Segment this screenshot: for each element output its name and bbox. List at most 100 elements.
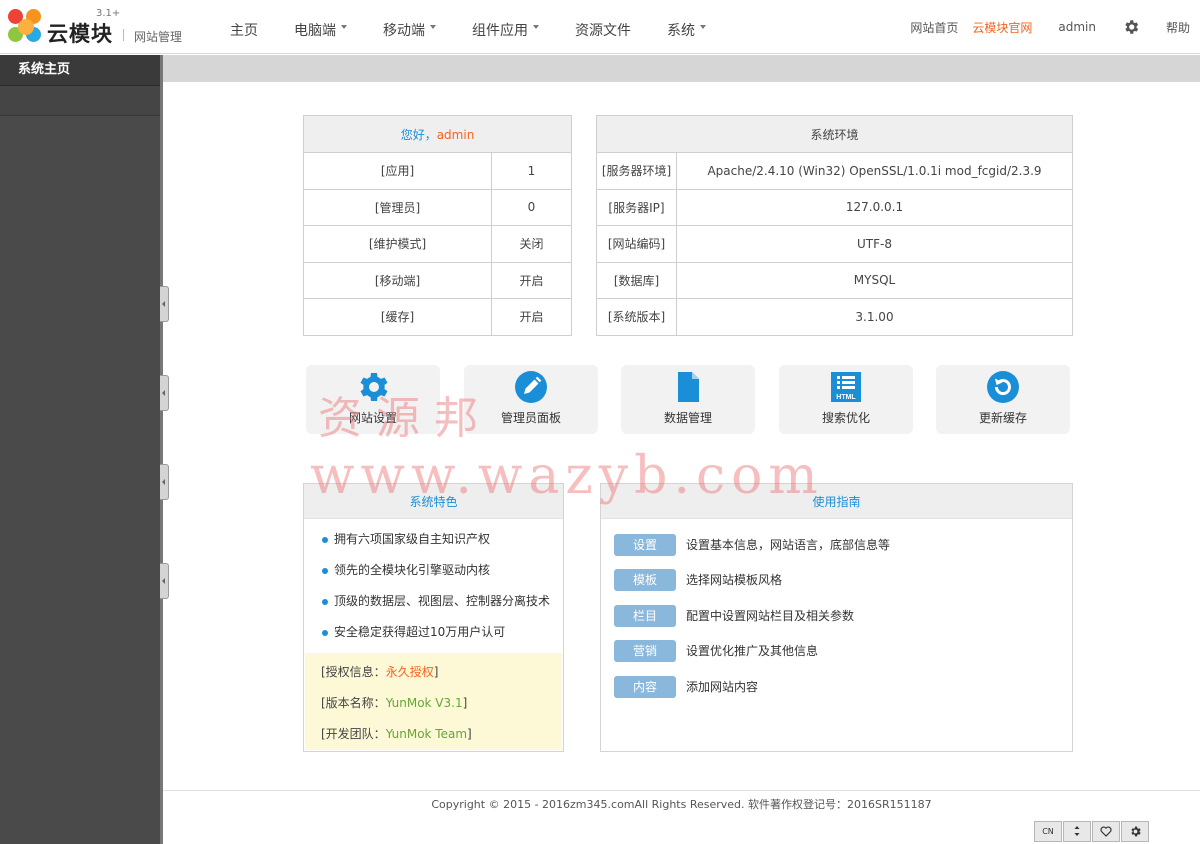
- row-label: [缓存]: [303, 298, 492, 336]
- row-value-apps: 1: [491, 152, 572, 190]
- guide-settings-button[interactable]: 设置: [614, 534, 676, 556]
- nav-label: 移动端: [383, 23, 425, 39]
- license-box: [授权信息：永久授权] [版本名称：YunMok V3.1] [开发团队：Yun…: [305, 653, 562, 750]
- brand-name[interactable]: 云模块: [47, 18, 113, 48]
- table-row: [系统版本] 3.1.00: [596, 298, 1073, 336]
- license-suffix: ]: [467, 727, 472, 741]
- caret-down-icon: [430, 25, 436, 29]
- bullet-icon: [322, 599, 328, 605]
- row-label: [管理员]: [303, 188, 492, 226]
- tile-label: 搜索优化: [821, 411, 870, 425]
- guide-desc: 配置中设置网站栏目及相关参数: [686, 609, 855, 623]
- nav-label: 资源文件: [575, 23, 631, 39]
- row-value-ip: 127.0.0.1: [676, 188, 1073, 226]
- license-value: YunMok Team: [385, 727, 468, 741]
- row-value-maintenance: 关闭: [491, 225, 572, 263]
- settings-gear-icon[interactable]: [1122, 18, 1140, 36]
- guide-marketing-button[interactable]: 营销: [614, 640, 676, 662]
- guide-desc: 选择网站模板风格: [686, 573, 783, 587]
- features-panel: 系统特色 拥有六项国家级自主知识产权 领先的全模块化引擎驱动内核 顶级的数据层、…: [303, 483, 564, 752]
- row-value-admins: 0: [491, 188, 572, 226]
- table-row: [服务器环境] Apache/2.4.10 (Win32) OpenSSL/1.…: [596, 152, 1073, 190]
- row-label: [维护模式]: [303, 225, 492, 263]
- nav-item-home[interactable]: 主页: [212, 0, 276, 54]
- feature-list: 拥有六项国家级自主知识产权 领先的全模块化引擎驱动内核 顶级的数据层、视图层、控…: [304, 519, 563, 648]
- table-row: [服务器IP] 127.0.0.1: [596, 188, 1073, 226]
- license-label: [版本名称：: [321, 696, 386, 710]
- logo-icon[interactable]: [8, 9, 44, 45]
- row-label: [移动端]: [303, 261, 492, 299]
- guide-content-button[interactable]: 内容: [614, 676, 676, 698]
- top-bar: 云模块 3.1+ 网站管理 主页 电脑端 移动端 组件应用 资源文件 系统 网站…: [0, 0, 1200, 54]
- nav-item-system[interactable]: 系统: [649, 0, 724, 54]
- official-site-link[interactable]: 云模块官网: [972, 19, 1032, 36]
- bullet-icon: [322, 537, 328, 543]
- watermark-text: 资源邦: [318, 393, 492, 444]
- footer-divider: [163, 790, 1200, 791]
- nav-item-pc[interactable]: 电脑端: [276, 0, 365, 54]
- sidebar: 系统主页: [0, 55, 160, 844]
- table-row: [维护模式] 关闭: [303, 225, 572, 263]
- license-row: [版本名称：YunMok V3.1]: [305, 688, 562, 719]
- sidebar-splitter[interactable]: [160, 55, 163, 844]
- greeting-user: admin: [436, 127, 475, 142]
- sidebar-item-system-home[interactable]: 系统主页: [0, 55, 160, 86]
- row-label: [服务器IP]: [596, 188, 677, 226]
- license-row: [授权信息：永久授权]: [305, 657, 562, 688]
- collapse-handle-icon[interactable]: [160, 563, 169, 599]
- language-button[interactable]: CN: [1034, 821, 1062, 842]
- quick-seo[interactable]: HTML 搜索优化: [779, 365, 913, 434]
- caret-down-icon: [700, 25, 706, 29]
- html-list-icon: HTML: [831, 372, 861, 402]
- guide-desc: 设置基本信息，网站语言，底部信息等: [686, 538, 891, 552]
- guide-panel: 使用指南 设置 设置基本信息，网站语言，底部信息等 模板 选择网站模板风格 栏目…: [600, 483, 1073, 752]
- main-nav: 主页 电脑端 移动端 组件应用 资源文件 系统: [212, 0, 724, 54]
- brand-subtitle: 网站管理: [134, 30, 183, 44]
- document-icon: [678, 372, 699, 402]
- bullet-icon: [322, 568, 328, 574]
- feature-text: 安全稳定获得超过10万用户认可: [334, 625, 506, 639]
- greeting-text: 您好，: [400, 127, 437, 142]
- caret-down-icon: [533, 25, 539, 29]
- license-label: [授权信息：: [321, 665, 386, 679]
- brand-divider: [123, 29, 124, 41]
- guide-template-button[interactable]: 模板: [614, 569, 676, 591]
- collapse-handle-icon[interactable]: [160, 464, 169, 500]
- license-suffix: ]: [433, 665, 439, 679]
- quick-refresh-cache[interactable]: 更新缓存: [936, 365, 1070, 434]
- scroll-icon[interactable]: [1063, 821, 1091, 842]
- list-item: 领先的全模块化引擎驱动内核: [304, 555, 563, 586]
- welcome-header: 您好，admin: [303, 115, 572, 153]
- row-value-version: 3.1.00: [676, 298, 1073, 336]
- feature-text: 拥有六项国家级自主知识产权: [334, 532, 491, 546]
- nav-item-components[interactable]: 组件应用: [454, 0, 557, 54]
- toolbar-gear-icon[interactable]: [1121, 821, 1149, 842]
- table-row: [管理员] 0: [303, 188, 572, 226]
- license-value: YunMok V3.1: [385, 696, 463, 710]
- table-row: [应用] 1: [303, 152, 572, 190]
- license-suffix: ]: [462, 696, 468, 710]
- guide-desc: 添加网站内容: [686, 680, 759, 694]
- row-label: [网站编码]: [596, 225, 677, 263]
- row-value-server: Apache/2.4.10 (Win32) OpenSSL/1.0.1i mod…: [676, 152, 1073, 190]
- caret-down-icon: [341, 25, 347, 29]
- list-item: 顶级的数据层、视图层、控制器分离技术: [304, 586, 563, 617]
- top-links: 网站首页 云模块官网 admin 帮助: [896, 0, 1190, 54]
- user-menu[interactable]: admin: [1058, 20, 1096, 34]
- collapse-handle-icon[interactable]: [160, 286, 169, 322]
- nav-label: 系统: [667, 23, 695, 39]
- content-tab-strip: [163, 55, 1200, 82]
- quick-data-management[interactable]: 数据管理: [621, 365, 755, 434]
- environment-header: 系统环境: [596, 115, 1073, 153]
- row-label: [系统版本]: [596, 298, 677, 336]
- favorite-heart-icon[interactable]: [1092, 821, 1120, 842]
- license-label: [开发团队：: [321, 727, 386, 741]
- help-link[interactable]: 帮助: [1166, 19, 1190, 36]
- collapse-handle-icon[interactable]: [160, 375, 169, 411]
- row-label: [服务器环境]: [596, 152, 677, 190]
- site-home-link[interactable]: 网站首页: [910, 19, 958, 36]
- pencil-icon: [515, 371, 547, 403]
- nav-item-resources[interactable]: 资源文件: [557, 0, 649, 54]
- nav-item-mobile[interactable]: 移动端: [365, 0, 454, 54]
- guide-column-button[interactable]: 栏目: [614, 605, 676, 627]
